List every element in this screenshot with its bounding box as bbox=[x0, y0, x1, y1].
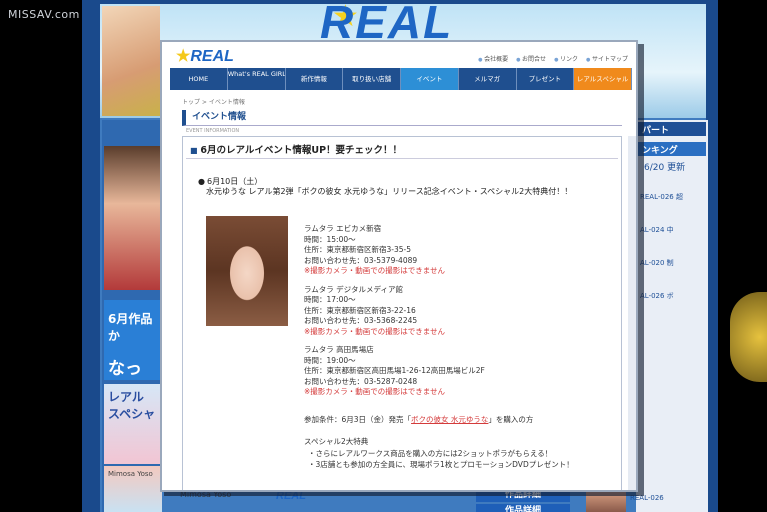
ranking-list: REAL-026 超 AL-024 中 AL-020 制 AL-026 ボ bbox=[640, 192, 704, 324]
nav-event[interactable]: イベント bbox=[401, 68, 459, 90]
banner-model-image bbox=[102, 6, 160, 116]
nav-whats-real-girls[interactable]: What's REAL GIRLS bbox=[228, 68, 286, 90]
nav-real-special[interactable]: レアルスペシャル bbox=[574, 68, 632, 90]
side-decoration bbox=[730, 292, 767, 382]
shop-warning: ※撮影カメラ・動画での撮影はできません bbox=[304, 326, 446, 336]
ranking-item[interactable]: AL-020 制 bbox=[640, 258, 704, 269]
header-links: 会社概要 お問合せ リンク サイトマップ bbox=[478, 54, 628, 63]
nav-present[interactable]: プレゼント bbox=[517, 68, 575, 90]
nav-stores[interactable]: 取り扱い店舗 bbox=[343, 68, 401, 90]
product-detail-button-2[interactable]: 作品詳細 bbox=[476, 504, 570, 512]
shop-name: ラムタラ 高田馬場店 bbox=[304, 345, 374, 354]
left-promo-june[interactable]: 6月作品か なっ bbox=[104, 300, 162, 380]
ranking-item[interactable]: REAL-026 超 bbox=[640, 192, 704, 203]
nav-mailmag[interactable]: メルマガ bbox=[459, 68, 517, 90]
special-title: スペシャル2大特典 bbox=[304, 437, 369, 446]
condition-prefix: 参加条件：6月3日（金）発売「 bbox=[304, 415, 412, 424]
header-link-sitemap[interactable]: サイトマップ bbox=[586, 54, 628, 63]
shop-time: 時間：15:00〜 bbox=[304, 234, 356, 244]
site-logo[interactable]: REAL bbox=[320, 0, 640, 45]
ranking-item[interactable]: AL-026 ボ bbox=[640, 291, 704, 302]
shop-address: 住所：東京都新宿区高田馬場1-26-12高田馬場ビル2F bbox=[304, 366, 485, 375]
popup-logo[interactable]: ★REAL bbox=[176, 46, 234, 66]
watermark: MISSAV.com bbox=[8, 8, 80, 21]
shop-warning: ※撮影カメラ・動画での撮影はできません bbox=[304, 266, 446, 275]
participation-condition: 参加条件：6月3日（金）発売「ボクの彼女 水元ゆうな」を購入の方 bbox=[304, 414, 533, 425]
model-photo bbox=[206, 216, 288, 326]
header-link-contact[interactable]: お問合せ bbox=[516, 54, 546, 63]
shop-time: 時間：19:00〜 bbox=[304, 355, 356, 365]
left-promo-june-line1: 6月作品か bbox=[108, 312, 153, 343]
left-promo-special[interactable]: レアル スペシャ bbox=[104, 384, 162, 464]
divider bbox=[186, 158, 618, 159]
shop-item: ラムタラ 高田馬場店 時間：19:00〜 住所：東京都新宿区高田馬場1-26-1… bbox=[304, 345, 624, 398]
section-title-text: イベント情報 bbox=[192, 112, 247, 122]
shop-tel: お問い合わせ先：03-5368-2245 bbox=[304, 316, 418, 325]
section-subtitle: EVENT INFORMATION bbox=[186, 128, 240, 134]
shop-item: ラムタラ エビカメ新宿 時間：15:00〜 住所：東京都新宿区新宿3-35-5 … bbox=[304, 224, 624, 277]
left-promo-image[interactable] bbox=[104, 146, 160, 290]
event-popup-window: ★REAL 会社概要 お問合せ リンク サイトマップ HOME What's R… bbox=[160, 40, 638, 492]
special-list: さらにレアルワークス商品を購入の方には2ショットポラがもらえる！ 3店舗とも参加… bbox=[308, 448, 618, 470]
scrollbar[interactable] bbox=[628, 136, 636, 490]
shop-name: ラムタラ デジタルメディア館 bbox=[304, 284, 403, 294]
shop-item: ラムタラ デジタルメディア館 時間：17:00〜 住所：東京都新宿区新宿3-22… bbox=[304, 285, 624, 338]
shop-address: 住所：東京都新宿区新宿3-22-16 bbox=[304, 305, 416, 315]
header-link-company[interactable]: 会社概要 bbox=[478, 54, 508, 63]
product-link[interactable]: ボクの彼女 水元ゆうな bbox=[411, 415, 488, 424]
nav-new-releases[interactable]: 新作情報 bbox=[286, 68, 344, 90]
ranking-header: ンキング bbox=[636, 142, 706, 156]
special-item: 3店舗とも参加の方全員に、現場ポラ1枚とプロモーションDVDプレゼント！ bbox=[308, 459, 618, 470]
popup-nav: HOME What's REAL GIRLS 新作情報 取り扱い店舗 イベント … bbox=[170, 68, 632, 90]
shop-tel: お問い合わせ先：03-5287-0248 bbox=[304, 376, 418, 386]
special-item: さらにレアルワークス商品を購入の方には2ショットポラがもらえる！ bbox=[308, 448, 618, 459]
popup-logo-text: REAL bbox=[190, 48, 234, 65]
left-promo-bottom[interactable]: Mimosa Yoso bbox=[104, 466, 162, 512]
popup-header: ★REAL 会社概要 お問合せ リンク サイトマップ bbox=[162, 42, 636, 68]
shop-address: 住所：東京都新宿区新宿3-35-5 bbox=[304, 245, 411, 254]
star-icon: ★ bbox=[176, 48, 191, 65]
section-title: イベント情報 bbox=[182, 110, 622, 126]
event-box-title: 6月のレアルイベント情報UP！要チェック！！ bbox=[190, 142, 402, 156]
shop-warning: ※撮影カメラ・動画での撮影はできません bbox=[304, 387, 446, 396]
right-column-header: パート bbox=[636, 122, 706, 136]
header-link-links[interactable]: リンク bbox=[554, 54, 578, 63]
ranking-item[interactable]: AL-024 中 bbox=[640, 225, 704, 236]
condition-suffix: 」を購入の方 bbox=[488, 415, 534, 424]
breadcrumb[interactable]: トップ > イベント情報 bbox=[182, 97, 245, 106]
shop-time: 時間：17:00〜 bbox=[304, 295, 356, 304]
nav-home[interactable]: HOME bbox=[170, 68, 228, 90]
shop-tel: お問い合わせ先：03-5379-4089 bbox=[304, 255, 418, 265]
left-promo-june-line2: なっ bbox=[108, 359, 142, 379]
shop-list: ラムタラ エビカメ新宿 時間：15:00〜 住所：東京都新宿区新宿3-35-5 … bbox=[304, 224, 624, 406]
event-description: 水元ゆうな レアル第2弾「ボクの彼女 水元ゆうな」リリース記念イベント・スペシャ… bbox=[206, 187, 573, 196]
shop-name: ラムタラ エビカメ新宿 bbox=[304, 224, 382, 233]
ranking-date: 6/20 更新 bbox=[644, 163, 686, 173]
